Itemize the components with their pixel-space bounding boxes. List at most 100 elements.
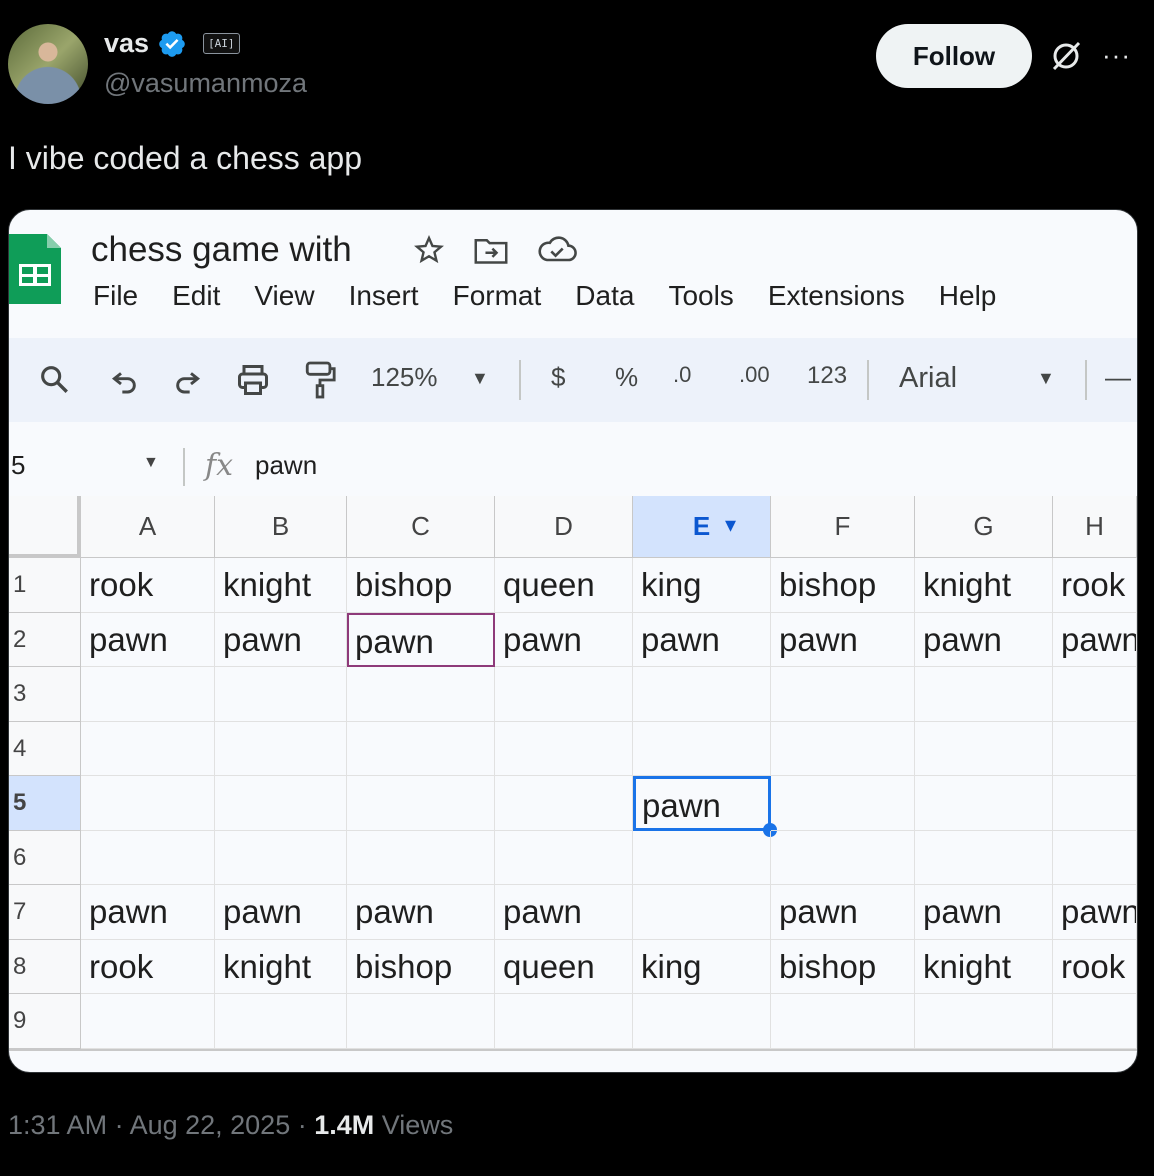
select-all-corner[interactable] <box>9 496 81 558</box>
follow-button[interactable]: Follow <box>876 24 1032 88</box>
column-header-f[interactable]: F <box>771 496 915 558</box>
cell-f2[interactable]: pawn <box>771 612 915 667</box>
cell-c6[interactable] <box>347 830 495 885</box>
tweet-media-image[interactable]: chess game with File Edit View Insert Fo… <box>8 209 1138 1073</box>
cell-e5[interactable]: pawn <box>633 776 771 831</box>
cell-a6[interactable] <box>81 830 215 885</box>
cell-h6[interactable] <box>1053 830 1137 885</box>
paint-format-icon[interactable] <box>303 360 337 400</box>
redo-icon[interactable] <box>171 364 203 396</box>
cell-e3[interactable] <box>633 667 771 722</box>
row-header[interactable]: 9 <box>9 994 81 1049</box>
row-header[interactable]: 8 <box>9 939 81 994</box>
cell-f5[interactable] <box>771 776 915 831</box>
cell-a2[interactable]: pawn <box>81 612 215 667</box>
cell-a1[interactable]: rook <box>81 558 215 613</box>
cell-g1[interactable]: knight <box>915 558 1053 613</box>
cell-h1[interactable]: rook <box>1053 558 1137 613</box>
cell-g5[interactable] <box>915 776 1053 831</box>
cell-b5[interactable] <box>215 776 347 831</box>
menu-help[interactable]: Help <box>939 280 997 312</box>
cell-f6[interactable] <box>771 830 915 885</box>
cell-h3[interactable] <box>1053 667 1137 722</box>
menu-file[interactable]: File <box>93 280 138 312</box>
cell-d2[interactable]: pawn <box>495 612 633 667</box>
column-header-c[interactable]: C <box>347 496 495 558</box>
cell-f7[interactable]: pawn <box>771 885 915 940</box>
cell-e9[interactable] <box>633 994 771 1049</box>
cell-d5[interactable] <box>495 776 633 831</box>
column-menu-icon[interactable]: ▾ <box>725 512 736 538</box>
cell-d6[interactable] <box>495 830 633 885</box>
move-folder-icon[interactable] <box>473 234 509 266</box>
cell-c8[interactable]: bishop <box>347 939 495 994</box>
column-header-e[interactable]: E <box>633 496 771 558</box>
cell-b2[interactable]: pawn <box>215 612 347 667</box>
cell-d4[interactable] <box>495 721 633 776</box>
star-icon[interactable] <box>413 234 445 266</box>
menu-tools[interactable]: Tools <box>668 280 733 312</box>
menu-format[interactable]: Format <box>453 280 542 312</box>
cell-d7[interactable]: pawn <box>495 885 633 940</box>
zoom-dropdown-icon[interactable]: ▼ <box>471 368 489 389</box>
cell-a7[interactable]: pawn <box>81 885 215 940</box>
row-header[interactable]: 6 <box>9 830 81 885</box>
cell-g6[interactable] <box>915 830 1053 885</box>
cell-b1[interactable]: knight <box>215 558 347 613</box>
cell-f1[interactable]: bishop <box>771 558 915 613</box>
zoom-select[interactable]: 125% <box>371 362 438 393</box>
cell-f9[interactable] <box>771 994 915 1049</box>
font-select[interactable]: Arial <box>899 362 957 395</box>
undo-icon[interactable] <box>109 364 141 396</box>
cell-c2[interactable]: pawn <box>347 612 495 667</box>
row-header[interactable]: 2 <box>9 612 81 667</box>
cell-b3[interactable] <box>215 667 347 722</box>
cell-d1[interactable]: queen <box>495 558 633 613</box>
timestamp[interactable]: 1:31 AM · Aug 22, 2025 · <box>8 1110 314 1140</box>
cell-b6[interactable] <box>215 830 347 885</box>
cell-e1[interactable]: king <box>633 558 771 613</box>
cell-g7[interactable]: pawn <box>915 885 1053 940</box>
cell-g2[interactable]: pawn <box>915 612 1053 667</box>
name-box[interactable]: 5 <box>11 450 25 481</box>
menu-view[interactable]: View <box>254 280 314 312</box>
cell-g8[interactable]: knight <box>915 939 1053 994</box>
cell-b9[interactable] <box>215 994 347 1049</box>
cell-e8[interactable]: king <box>633 939 771 994</box>
cell-a3[interactable] <box>81 667 215 722</box>
decrease-font-size-button[interactable]: — <box>1105 362 1131 393</box>
cell-h9[interactable] <box>1053 994 1137 1049</box>
document-title[interactable]: chess game with <box>91 230 352 270</box>
print-icon[interactable] <box>235 362 271 398</box>
cell-c7[interactable]: pawn <box>347 885 495 940</box>
cell-c3[interactable] <box>347 667 495 722</box>
cell-e2[interactable]: pawn <box>633 612 771 667</box>
name-box-dropdown-icon[interactable]: ▼ <box>143 454 159 472</box>
cell-h2[interactable]: pawn <box>1053 612 1137 667</box>
cell-h8[interactable]: rook <box>1053 939 1137 994</box>
row-header[interactable]: 7 <box>9 885 81 940</box>
cell-a4[interactable] <box>81 721 215 776</box>
menu-insert[interactable]: Insert <box>349 280 419 312</box>
menu-data[interactable]: Data <box>575 280 634 312</box>
increase-decimal-button[interactable]: .00 <box>739 362 770 388</box>
cell-a8[interactable]: rook <box>81 939 215 994</box>
search-icon[interactable] <box>37 362 71 396</box>
cell-f4[interactable] <box>771 721 915 776</box>
row-header[interactable]: 3 <box>9 667 81 722</box>
cell-a5[interactable] <box>81 776 215 831</box>
cell-b4[interactable] <box>215 721 347 776</box>
cell-g3[interactable] <box>915 667 1053 722</box>
author-name[interactable]: vas <box>104 28 149 59</box>
cell-f3[interactable] <box>771 667 915 722</box>
cell-h7[interactable]: pawn <box>1053 885 1137 940</box>
decrease-decimal-button[interactable]: .0 <box>673 362 691 388</box>
cell-c9[interactable] <box>347 994 495 1049</box>
column-header-b[interactable]: B <box>215 496 347 558</box>
formula-input[interactable]: pawn <box>255 450 317 481</box>
cell-e4[interactable] <box>633 721 771 776</box>
more-formats-button[interactable]: 123 <box>807 362 847 390</box>
cell-e7[interactable] <box>633 885 771 940</box>
row-header[interactable]: 4 <box>9 721 81 776</box>
column-header-h[interactable]: H <box>1053 496 1137 558</box>
